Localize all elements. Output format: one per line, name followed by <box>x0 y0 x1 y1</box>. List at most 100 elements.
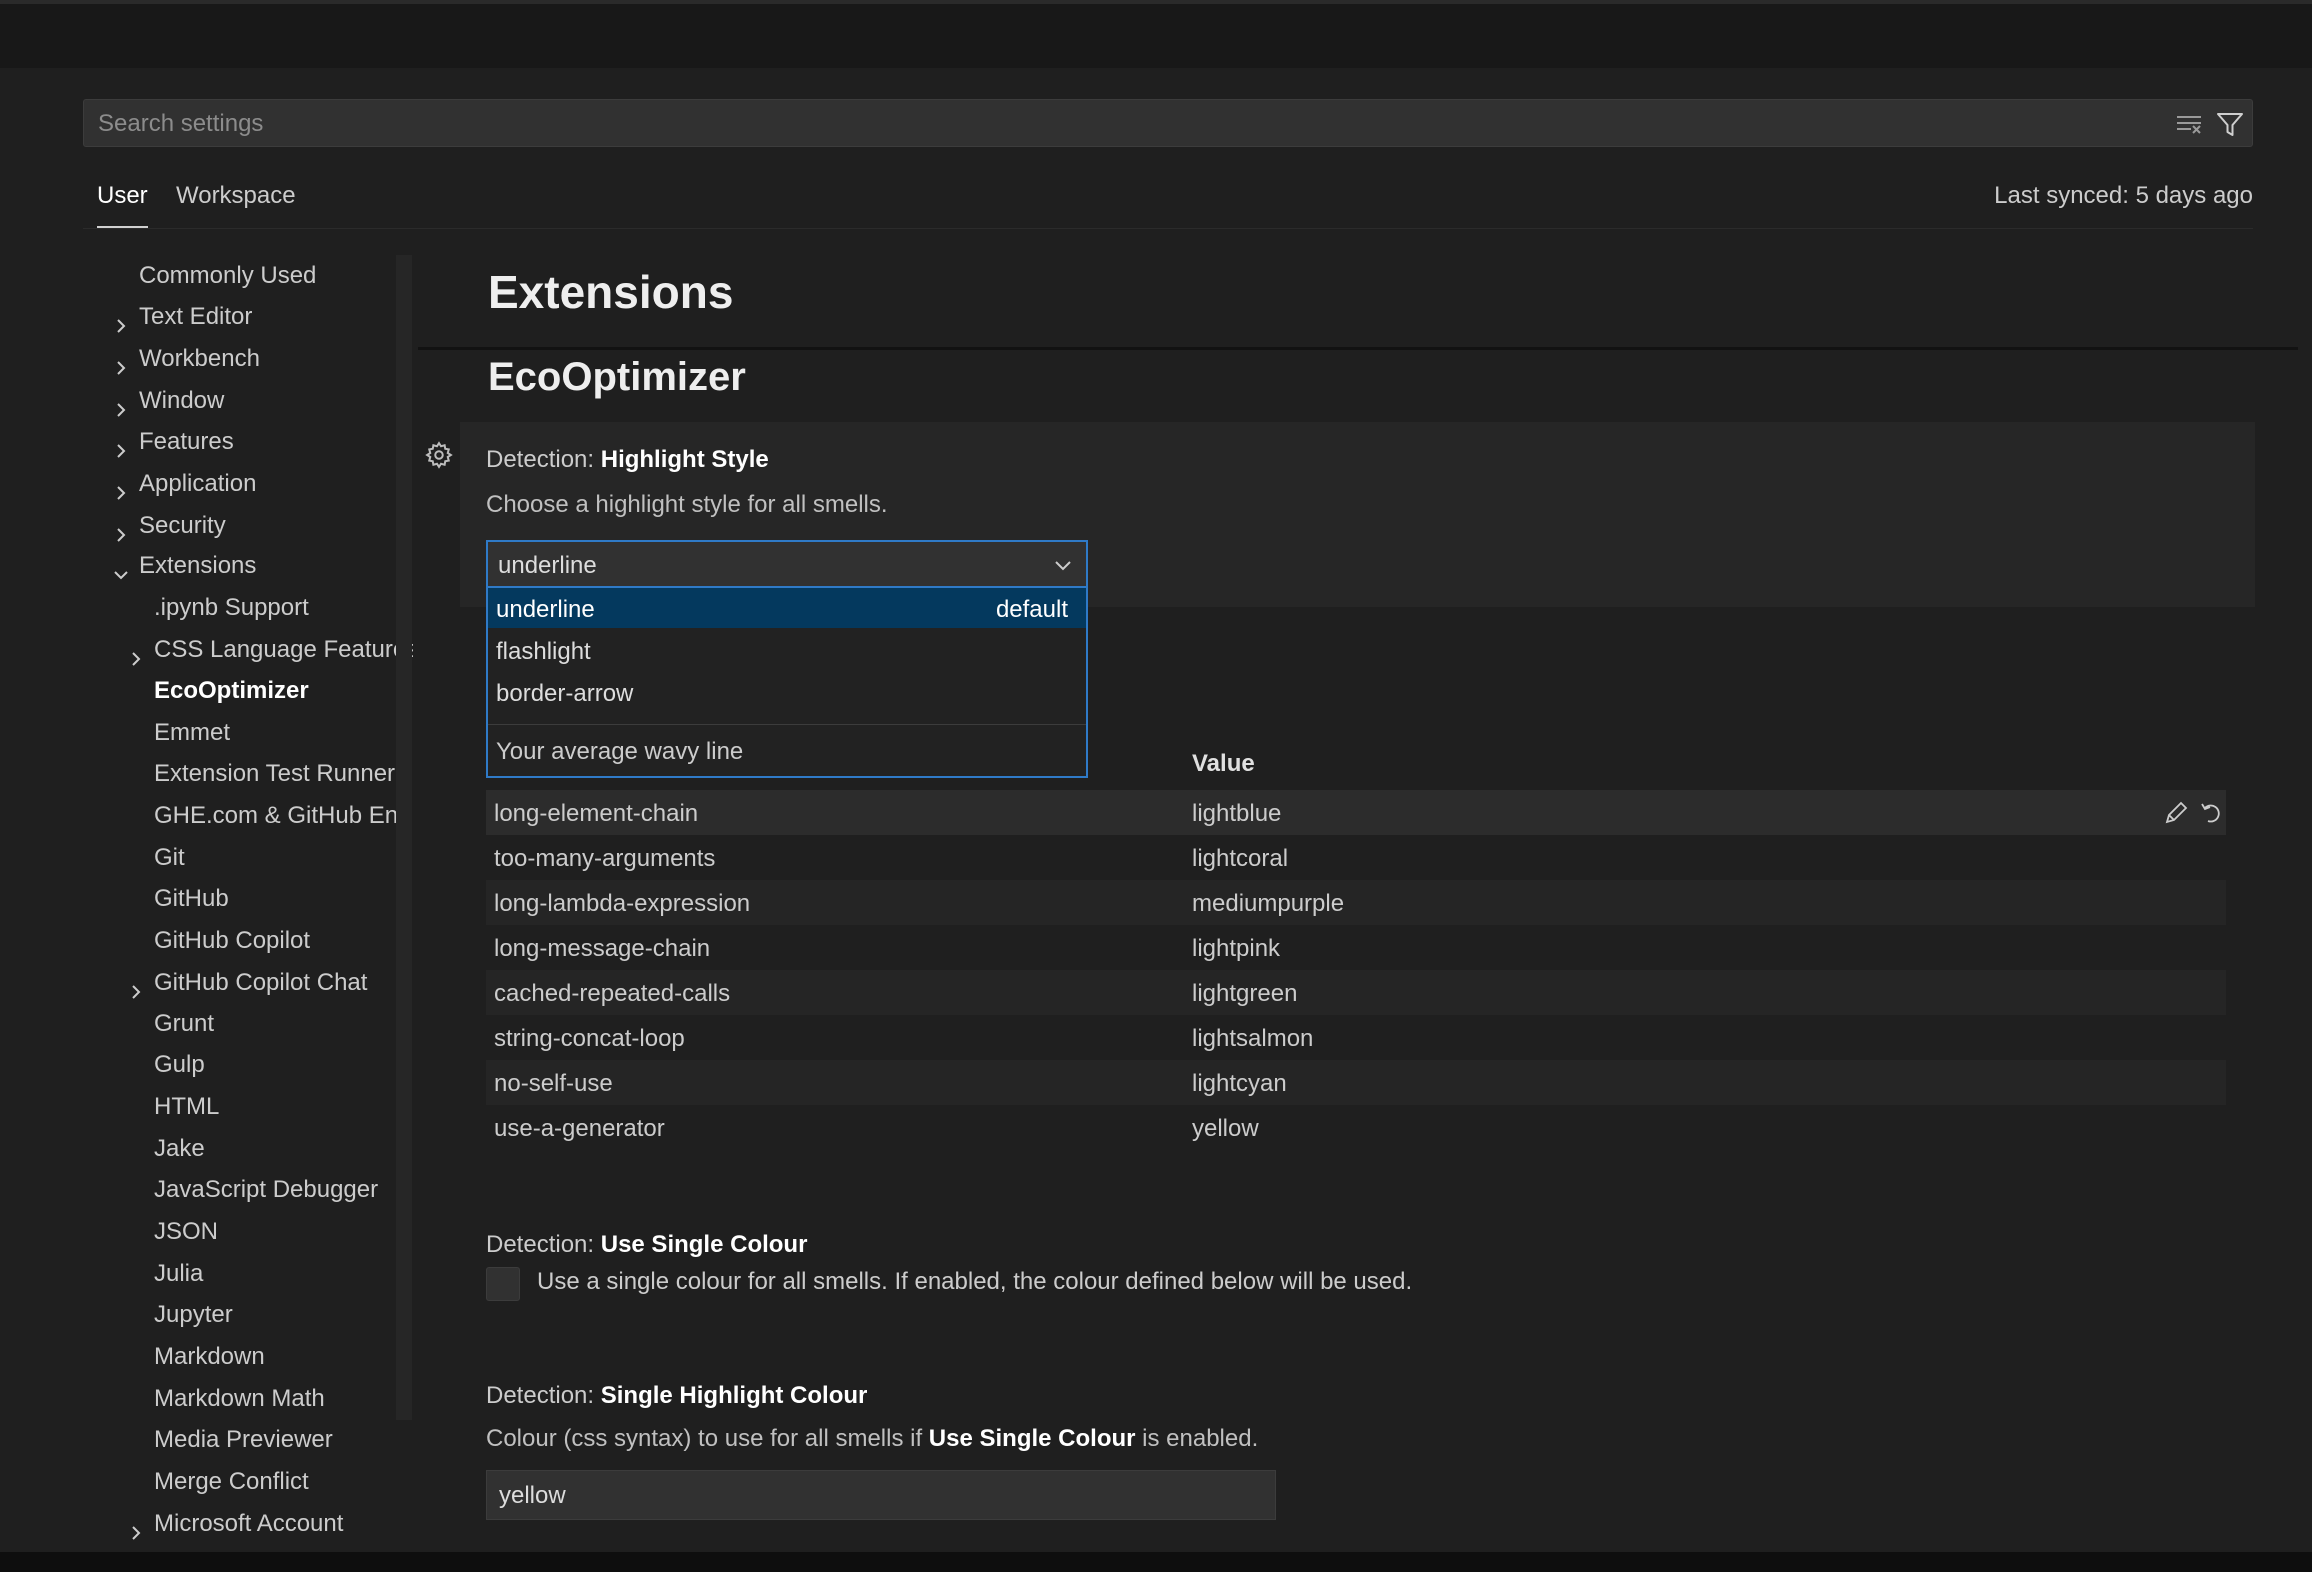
chevron-down-icon[interactable] <box>112 557 130 580</box>
default-badge: default <box>995 596 1068 623</box>
toc-item-label: Application <box>139 470 257 497</box>
toc-item-label: Merge Conflict <box>154 1468 309 1495</box>
table-row[interactable]: long-element-chain lightblue <box>486 790 2226 835</box>
toc-item-label: Extensions <box>139 552 257 579</box>
toc-item[interactable]: EcoOptimizer <box>154 671 309 711</box>
toc-item[interactable]: GitHub <box>154 879 229 919</box>
toc-item[interactable]: Text Editor <box>117 297 252 337</box>
table-row[interactable]: use-a-generator yellow <box>486 1105 2226 1150</box>
chevron-right-icon[interactable] <box>112 475 130 500</box>
chevron-right-icon[interactable] <box>127 641 145 666</box>
toc-item[interactable]: GitHub Copilot Chat <box>132 963 368 1003</box>
edit-icon[interactable] <box>2162 799 2190 827</box>
row-value: lightsalmon <box>1192 1025 1314 1052</box>
toc-item-label: Git <box>154 844 185 871</box>
chevron-right-icon[interactable] <box>127 1515 145 1540</box>
filter-icon[interactable] <box>2215 109 2245 139</box>
use-single-colour-checkbox[interactable] <box>486 1267 520 1301</box>
single-highlight-colour-field[interactable] <box>486 1470 1276 1520</box>
toc-item[interactable]: Workbench <box>117 339 260 379</box>
table-row[interactable]: string-concat-loop lightsalmon <box>486 1015 2226 1060</box>
toc-item[interactable]: CSS Language Features <box>132 630 413 670</box>
single-highlight-colour-input[interactable] <box>497 1479 1261 1513</box>
toc-item[interactable]: Markdown <box>154 1337 265 1377</box>
highlight-style-select[interactable]: underline <box>486 540 1088 588</box>
toc-item-label: GitHub Copilot Chat <box>154 969 368 996</box>
search-input[interactable] <box>96 106 2150 142</box>
option-underline[interactable]: underline default <box>488 588 1086 628</box>
toc-item[interactable]: Julia <box>154 1254 203 1294</box>
sync-status: Last synced: 5 days ago <box>1994 182 2253 209</box>
chevron-right-icon[interactable] <box>112 392 130 417</box>
toc-item[interactable]: Security <box>117 506 226 546</box>
row-value: lightpink <box>1192 935 1281 962</box>
toc-item[interactable]: Media Previewer <box>154 1420 333 1460</box>
settings-scope-tabs: User Workspace Last synced: 5 days ago <box>83 174 2253 229</box>
toc-item[interactable]: Markdown Math <box>154 1379 325 1419</box>
row-value: lightcoral <box>1192 845 1289 872</box>
table-row[interactable]: cached-repeated-calls lightgreen <box>486 970 2226 1015</box>
toc-item-label: JSON <box>154 1218 219 1245</box>
toc-item[interactable]: Application <box>117 464 257 504</box>
toc-item[interactable]: Features <box>117 422 234 462</box>
toc-item[interactable]: Jake <box>154 1129 205 1169</box>
toc-item[interactable]: Emmet <box>154 713 230 753</box>
sticky-header-divider <box>418 347 2298 350</box>
chevron-right-icon[interactable] <box>112 350 130 375</box>
row-key: long-lambda-expression <box>494 890 751 917</box>
toc-item-label: Jupyter <box>154 1301 233 1328</box>
bottom-edge <box>0 1552 2312 1572</box>
toc-item[interactable]: Window <box>117 381 224 421</box>
toc-item-label: Julia <box>154 1260 204 1287</box>
toc-item[interactable]: Microsoft Account <box>132 1504 344 1544</box>
toc-item[interactable]: Commonly Used <box>139 256 316 296</box>
toc-item-label: Jake <box>154 1135 205 1162</box>
toc-item[interactable]: Grunt <box>154 1004 214 1044</box>
toc-item-label: Markdown Math <box>154 1385 325 1412</box>
chevron-right-icon[interactable] <box>112 308 130 333</box>
chevron-right-icon[interactable] <box>127 974 145 999</box>
toc-item-label: Microsoft Account <box>154 1510 344 1537</box>
use-single-colour-description: Use a single colour for all smells. If e… <box>537 1268 1413 1295</box>
setting-description-highlight-style: Choose a highlight style for all smells. <box>486 491 888 518</box>
toc-item[interactable]: Jupyter <box>154 1295 233 1335</box>
table-row[interactable]: long-lambda-expression mediumpurple <box>486 880 2226 925</box>
chevron-down-icon[interactable] <box>1052 554 1074 576</box>
tab-user[interactable]: User <box>97 182 148 228</box>
toc-item[interactable]: JSON <box>154 1212 218 1252</box>
toc-item-label: JavaScript Debugger <box>154 1176 379 1203</box>
toc-item[interactable]: .ipynb Support <box>154 588 309 628</box>
toc-item-label: EcoOptimizer <box>154 677 309 704</box>
table-row[interactable]: no-self-use lightcyan <box>486 1060 2226 1105</box>
toc-item[interactable]: Extension Test Runner <box>154 754 395 794</box>
toc-item[interactable]: Extensions <box>114 546 257 586</box>
toc-item[interactable]: Git <box>154 838 185 878</box>
clear-filter-icon[interactable] <box>2174 109 2204 139</box>
toc-item[interactable]: GHE.com & GitHub En... <box>154 796 413 836</box>
settings-editor: Extensions EcoOptimizer Detection: Highl… <box>418 255 2312 1552</box>
option-border-arrow[interactable]: border-arrow <box>488 672 1086 712</box>
option-flashlight[interactable]: flashlight <box>488 630 1086 670</box>
section-heading: Extensions <box>488 266 734 318</box>
toc-item[interactable]: HTML <box>154 1087 219 1127</box>
tab-workspace[interactable]: Workspace <box>176 182 296 226</box>
reset-icon[interactable] <box>2198 799 2226 827</box>
table-row[interactable]: too-many-arguments lightcoral <box>486 835 2226 880</box>
table-row[interactable]: long-message-chain lightpink <box>486 925 2226 970</box>
toc-scrollbar[interactable] <box>396 255 412 1420</box>
toc-item[interactable]: Gulp <box>154 1045 205 1085</box>
toc-item[interactable]: Merge Conflict <box>154 1462 309 1502</box>
toc-item[interactable]: JavaScript Debugger <box>154 1170 378 1210</box>
toc-item-label: GitHub Copilot <box>154 927 311 954</box>
toc-item-label: GHE.com & GitHub En... <box>154 802 413 829</box>
toc-item-label: Media Previewer <box>154 1426 333 1453</box>
chevron-right-icon[interactable] <box>112 433 130 458</box>
search-bar[interactable] <box>83 99 2253 147</box>
row-value: yellow <box>1192 1115 1259 1142</box>
row-value: mediumpurple <box>1192 890 1345 917</box>
toc-item-label: Features <box>139 428 234 455</box>
chevron-right-icon[interactable] <box>112 517 130 542</box>
gear-icon[interactable] <box>424 440 454 470</box>
toc-item[interactable]: GitHub Copilot <box>154 921 310 961</box>
row-key: long-message-chain <box>494 935 711 962</box>
